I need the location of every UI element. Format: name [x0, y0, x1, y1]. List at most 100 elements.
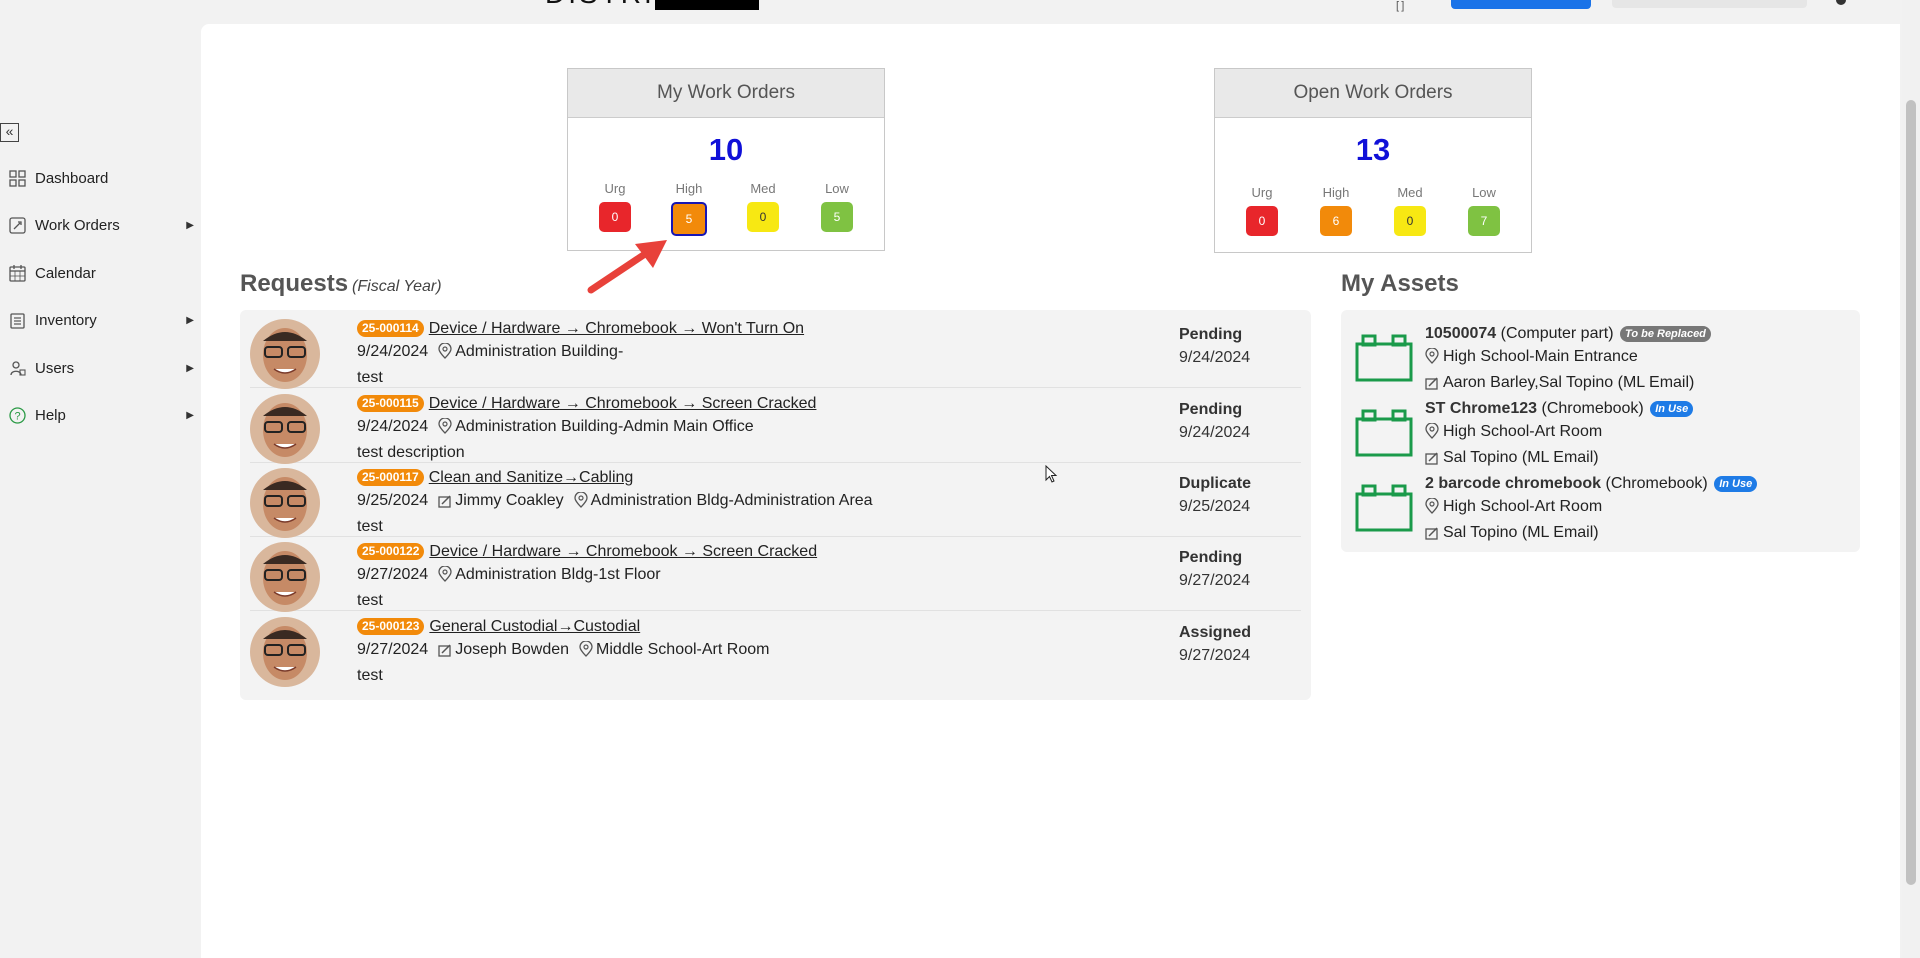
request-status: Pending 9/24/2024	[1179, 398, 1250, 444]
request-assignee: Joseph Bowden	[455, 641, 570, 658]
caret-right-icon: ▶	[186, 362, 194, 374]
header-primary-button[interactable]	[1451, 0, 1591, 9]
location-pin-icon	[1425, 497, 1439, 521]
asset-status-tag: In Use	[1650, 401, 1694, 417]
asset-item[interactable]: ST Chrome123 (Chromebook) In Use High Sc…	[1355, 397, 1855, 469]
request-details: 25-000122 Device / Hardware → Chromebook …	[357, 540, 1157, 612]
request-date: 9/27/2024	[357, 641, 429, 658]
asset-location: High School-Main Entrance	[1443, 348, 1638, 365]
asset-type: (Computer part)	[1500, 325, 1614, 342]
request-description: test	[357, 369, 383, 386]
request-details: 25-000123 General Custodial→Custodial 9/2…	[357, 615, 1157, 687]
wrench-icon	[8, 216, 26, 234]
request-row[interactable]: 25-000115 Device / Hardware → Chromebook …	[250, 388, 1301, 464]
work-order-number-badge: 25-000117	[357, 469, 424, 486]
scrollbar-thumb[interactable]	[1906, 100, 1916, 885]
sidebar-item-work-orders[interactable]: Work Orders ▶	[8, 212, 196, 238]
sidebar-item-label: Help	[35, 406, 66, 424]
urgent-count-badge[interactable]: 0	[599, 202, 631, 232]
caret-right-icon: ▶	[186, 409, 194, 421]
asset-details: ST Chrome123 (Chromebook) In Use High Sc…	[1425, 397, 1694, 472]
annotation-arrow-icon	[587, 240, 667, 294]
card-title: Open Work Orders	[1215, 69, 1531, 118]
location-pin-icon	[1425, 422, 1439, 446]
user-menu-icon[interactable]	[1836, 0, 1846, 5]
avatar	[250, 394, 320, 464]
page-scrollbar[interactable]	[1902, 0, 1920, 958]
priority-low: Low 5	[800, 181, 874, 236]
priority-row: Urg 0 High 5 Med 0 Low 5	[568, 181, 884, 236]
medium-count-badge[interactable]: 0	[747, 202, 779, 232]
logo-mark	[655, 0, 759, 10]
request-category-link[interactable]: Device / Hardware → Chromebook → Screen …	[429, 395, 817, 412]
request-description: test	[357, 667, 383, 684]
priority-label: Med	[750, 181, 776, 196]
status-label: Pending	[1179, 326, 1243, 343]
priority-high: High 6	[1299, 185, 1373, 236]
avatar	[250, 468, 320, 538]
asset-name[interactable]: 10500074	[1425, 325, 1496, 342]
request-location: Administration Bldg-Administration Area	[590, 492, 873, 509]
asset-type: (Chromebook)	[1541, 400, 1644, 417]
my-work-orders-total[interactable]: 10	[568, 132, 884, 168]
asset-item[interactable]: 2 barcode chromebook (Chromebook) In Use…	[1355, 472, 1855, 544]
request-row[interactable]: 25-000117 Clean and Sanitize→Cabling 9/25…	[250, 462, 1301, 538]
request-assignee: Jimmy Coakley	[455, 492, 564, 509]
priority-row: Urg 0 High 6 Med 0 Low 7	[1215, 185, 1531, 236]
status-date: 9/24/2024	[1179, 424, 1251, 441]
sidebar-item-users[interactable]: Users ▶	[8, 355, 196, 381]
request-category-link[interactable]: Device / Hardware → Chromebook → Won't T…	[429, 320, 804, 337]
request-row[interactable]: 25-000122 Device / Hardware → Chromebook …	[250, 536, 1301, 612]
sidebar-item-label: Calendar	[35, 264, 96, 282]
work-order-number-badge: 25-000115	[357, 395, 424, 412]
priority-label: Urg	[1251, 185, 1273, 200]
sidebar-item-dashboard[interactable]: Dashboard	[8, 165, 196, 191]
request-location: Administration Building-	[455, 343, 624, 360]
request-date: 9/24/2024	[357, 418, 429, 435]
asset-box-icon	[1355, 334, 1413, 387]
svg-text:?: ?	[14, 410, 20, 422]
header-icon-button[interactable]: [ ]	[1396, 0, 1404, 12]
sidebar-item-calendar[interactable]: Calendar	[8, 260, 196, 286]
request-status: Assigned 9/27/2024	[1179, 621, 1251, 667]
request-date: 9/25/2024	[357, 492, 429, 509]
high-count-badge[interactable]: 6	[1320, 206, 1352, 236]
priority-label: High	[675, 181, 703, 196]
asset-status-tag: To be Replaced	[1620, 326, 1711, 342]
status-label: Pending	[1179, 401, 1243, 418]
priority-high: High 5	[652, 181, 726, 236]
district-logo[interactable]: DISTRICT 127	[545, 0, 759, 10]
priority-urgent: Urg 0	[578, 181, 652, 236]
request-category-link[interactable]: Clean and Sanitize→Cabling	[429, 469, 634, 486]
low-count-badge[interactable]: 7	[1468, 206, 1500, 236]
header-search-input[interactable]	[1612, 0, 1807, 8]
card-title: My Work Orders	[568, 69, 884, 118]
asset-users: Sal Topino (ML Email)	[1443, 524, 1599, 541]
request-row[interactable]: 25-000123 General Custodial→Custodial 9/2…	[250, 611, 1301, 687]
sidebar-item-inventory[interactable]: Inventory ▶	[8, 307, 196, 333]
request-category-link[interactable]: Device / Hardware → Chromebook → Screen …	[429, 543, 817, 560]
high-count-badge[interactable]: 5	[671, 202, 707, 236]
open-work-orders-total[interactable]: 13	[1215, 132, 1531, 168]
requests-subtitle: (Fiscal Year)	[352, 278, 442, 295]
urgent-count-badge[interactable]: 0	[1246, 206, 1278, 236]
priority-label: Urg	[604, 181, 626, 196]
clipboard-icon	[8, 311, 26, 329]
caret-right-icon: ▶	[186, 219, 194, 231]
collapse-sidebar-icon[interactable]: «	[0, 123, 19, 142]
medium-count-badge[interactable]: 0	[1394, 206, 1426, 236]
priority-label: Low	[1472, 185, 1496, 200]
asset-item[interactable]: 10500074 (Computer part) To be Replaced …	[1355, 322, 1855, 394]
location-pin-icon	[438, 417, 452, 441]
asset-details: 2 barcode chromebook (Chromebook) In Use…	[1425, 472, 1758, 547]
request-row[interactable]: 25-000114 Device / Hardware → Chromebook …	[250, 313, 1301, 389]
assets-list: 10500074 (Computer part) To be Replaced …	[1341, 310, 1860, 552]
low-count-badge[interactable]: 5	[821, 202, 853, 232]
asset-name[interactable]: ST Chrome123	[1425, 400, 1537, 417]
request-details: 25-000117 Clean and Sanitize→Cabling 9/25…	[357, 466, 1157, 538]
request-category-link[interactable]: General Custodial→Custodial	[429, 618, 640, 635]
sidebar-item-help[interactable]: ? Help ▶	[8, 402, 196, 428]
asset-location: High School-Art Room	[1443, 498, 1603, 515]
sidebar-item-label: Users	[35, 359, 75, 377]
asset-name[interactable]: 2 barcode chromebook	[1425, 475, 1601, 492]
